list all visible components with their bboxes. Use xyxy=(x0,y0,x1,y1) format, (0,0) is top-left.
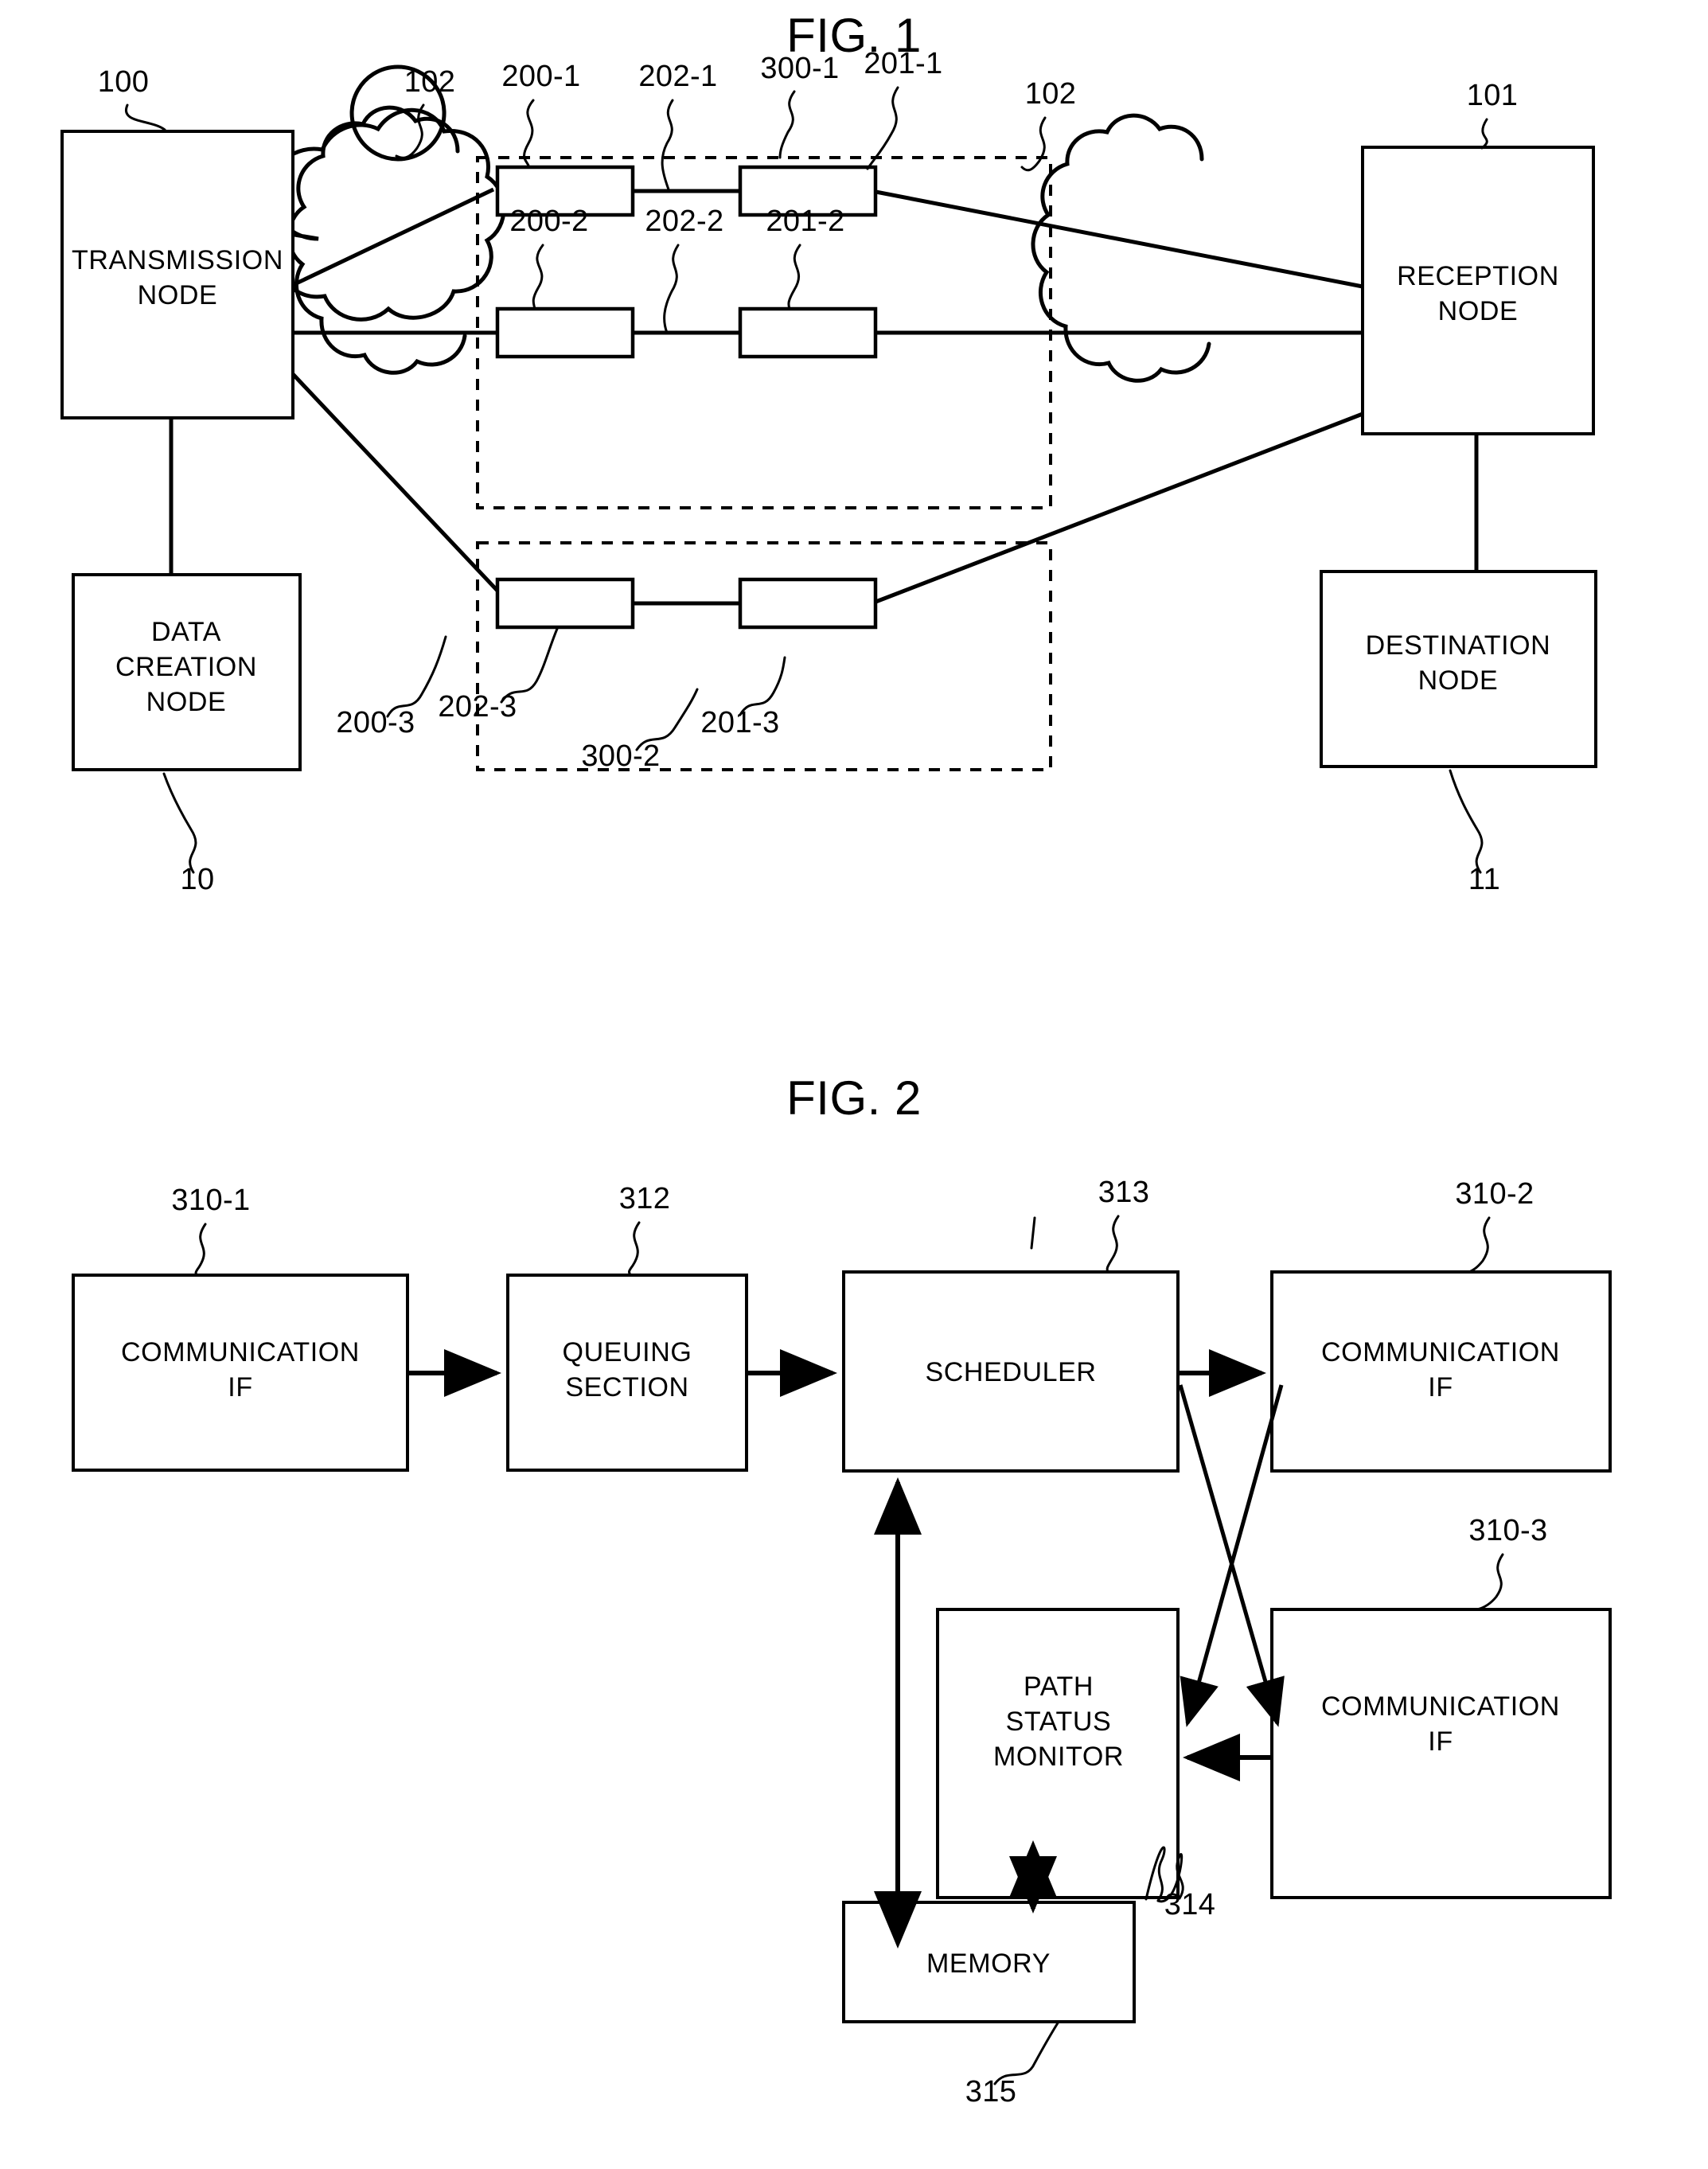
leader-200-1 xyxy=(523,99,535,167)
queuing-section-label-line2: SECTION xyxy=(565,1372,688,1402)
leader-310-3 xyxy=(1476,1553,1504,1611)
patent-drawing-sheet: FIG. 1 TRANSMISSION NODE RECEPTION NODE … xyxy=(0,0,1708,2169)
destination-node-label-line2: NODE xyxy=(1418,665,1499,696)
queuing-section-label-line1: QUEUING xyxy=(563,1337,692,1367)
data-creation-node-label-line1: DATA xyxy=(151,617,221,647)
scheduler-label: SCHEDULER xyxy=(925,1357,1096,1387)
leader-10 xyxy=(162,772,197,874)
leader-201-2 xyxy=(787,244,801,310)
refnum-200-3: 200-3 xyxy=(336,706,415,739)
leader-300-1 xyxy=(778,90,796,159)
comm-if-3-label-line2: IF xyxy=(1428,1726,1453,1757)
leader-310-2 xyxy=(1468,1216,1491,1274)
router-box-200-3 xyxy=(495,577,635,630)
refnum-201-3: 201-3 xyxy=(700,706,779,739)
leader-100 xyxy=(124,103,166,131)
memory-label: MEMORY xyxy=(926,1949,1051,1979)
refnum-102-left: 102 xyxy=(404,65,456,99)
transmission-node-label-line1: TRANSMISSION xyxy=(72,245,283,275)
refnum-201-2: 201-2 xyxy=(766,205,844,238)
arrow-commif2-to-path-status-monitor xyxy=(1180,1384,1284,1727)
refnum-200-2: 200-2 xyxy=(509,205,588,238)
refnum-310-3: 310-3 xyxy=(1468,1514,1547,1547)
data-creation-node-label-line2: CREATION xyxy=(115,652,257,682)
leader-202-1 xyxy=(661,99,674,191)
refnum-201-1: 201-1 xyxy=(864,47,942,80)
refnum-11: 11 xyxy=(1468,863,1500,896)
router-box-201-3 xyxy=(738,577,878,630)
leader-312 xyxy=(627,1221,641,1277)
transmission-node-label-line2: NODE xyxy=(138,280,218,310)
refnum-312: 312 xyxy=(619,1182,671,1215)
comm-if-2-box xyxy=(1270,1270,1612,1473)
data-creation-node-label-line3: NODE xyxy=(146,687,227,717)
refnum-10: 10 xyxy=(180,863,214,896)
reception-node-label-line1: RECEPTION xyxy=(1397,261,1559,291)
refnum-315: 315 xyxy=(965,2075,1017,2109)
leader-200-2 xyxy=(532,244,544,310)
comm-if-3-label-line1: COMMUNICATION xyxy=(1321,1691,1560,1722)
router-box-201-2 xyxy=(738,306,878,359)
refnum-313: 313 xyxy=(1098,1176,1150,1209)
leader-202-2 xyxy=(663,244,680,334)
refnum-100: 100 xyxy=(98,65,150,99)
leader-313 xyxy=(1106,1215,1120,1274)
comm-if-1-label-line1: COMMUNICATION xyxy=(121,1337,360,1367)
leader-11 xyxy=(1449,769,1484,874)
comm-if-2-label-line1: COMMUNICATION xyxy=(1321,1337,1560,1367)
refnum-200-1: 200-1 xyxy=(501,60,580,93)
leader-101 xyxy=(1480,118,1488,150)
fig2-title: FIG. 2 xyxy=(786,1071,922,1125)
arrow-scheduler-to-commif3 xyxy=(1178,1384,1285,1727)
refnum-300-1: 300-1 xyxy=(760,52,839,85)
cloud-left xyxy=(267,107,506,322)
comm-if-1-label-line2: IF xyxy=(228,1372,252,1402)
refnum-202-3: 202-3 xyxy=(438,690,517,724)
leader-200-3 xyxy=(386,635,447,718)
refnum-101: 101 xyxy=(1467,79,1519,112)
comm-if-2-label-line2: IF xyxy=(1428,1372,1453,1402)
leader-102-right xyxy=(1020,116,1047,172)
path-status-monitor-label-line3: MONITOR xyxy=(993,1742,1124,1772)
leader-310-1 xyxy=(194,1223,207,1277)
router-box-200-2 xyxy=(495,306,635,359)
link-transmission-to-router-200-1 xyxy=(291,187,495,287)
destination-node-label-line1: DESTINATION xyxy=(1366,630,1551,661)
cloud-right-shape xyxy=(1031,113,1211,383)
refnum-202-2: 202-2 xyxy=(645,205,723,238)
leader-300-2 xyxy=(635,688,699,751)
path-status-monitor-label-line2: STATUS xyxy=(1006,1707,1112,1737)
path-status-monitor-label-line1: PATH xyxy=(1024,1672,1094,1702)
leader-313-tick xyxy=(1030,1216,1036,1250)
refnum-310-1: 310-1 xyxy=(171,1184,250,1217)
reception-node-label-line2: NODE xyxy=(1438,296,1519,326)
drawing-canvas: FIG. 1 TRANSMISSION NODE RECEPTION NODE … xyxy=(60,9,1612,2109)
refnum-310-2: 310-2 xyxy=(1455,1177,1534,1211)
link-router-201-1-to-reception xyxy=(863,187,1363,289)
refnum-300-2: 300-2 xyxy=(581,739,660,773)
refnum-202-1: 202-1 xyxy=(638,60,717,93)
link-router-201-3-to-reception xyxy=(867,412,1363,607)
refnum-102-right: 102 xyxy=(1025,77,1077,111)
